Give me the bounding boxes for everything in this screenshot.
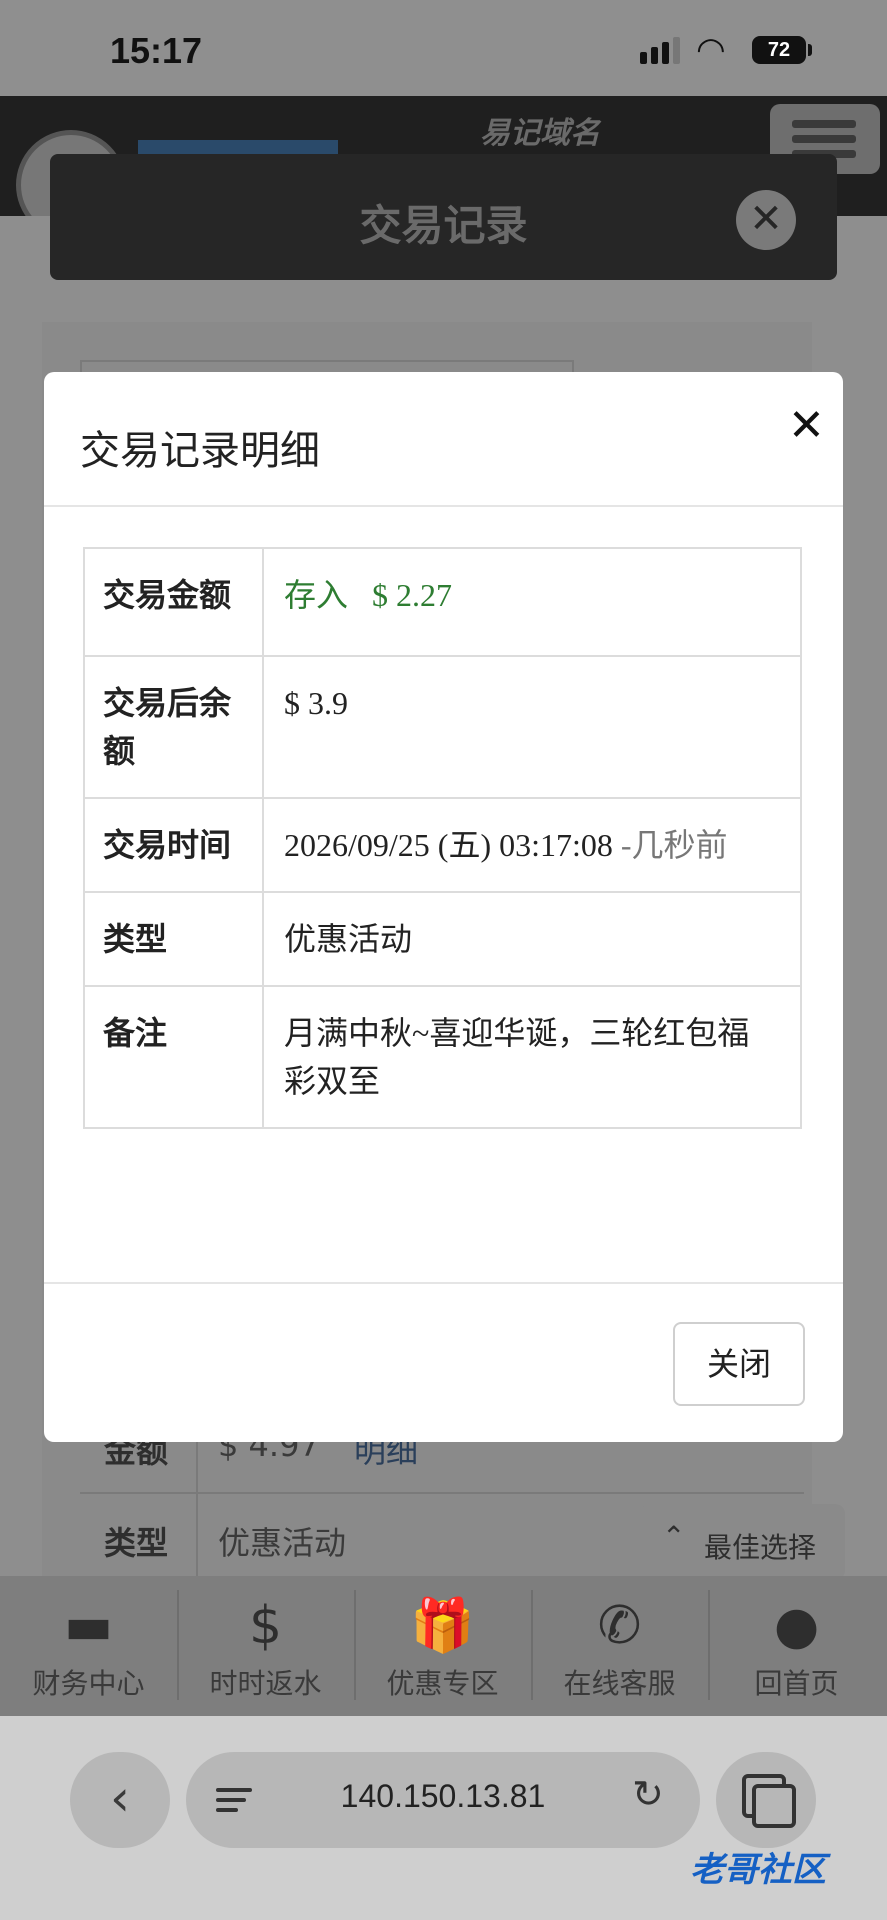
time-label: 交易时间 bbox=[83, 797, 264, 893]
remark-value: 月满中秋~喜迎华诞，三轮红包福彩双至 bbox=[262, 985, 802, 1129]
balance-value: $ 3.9 bbox=[262, 655, 802, 799]
transaction-records-title: 交易记录 bbox=[359, 201, 528, 250]
nav-label: 时时返水 bbox=[209, 1667, 322, 1700]
reload-icon[interactable]: ↻ bbox=[632, 1772, 664, 1816]
bottom-navigation: ▬ 财务中心 $ 时时返水 🎁 优惠专区 ✆ 在线客服 ● 回首页 bbox=[0, 1576, 887, 1716]
watermark-logo: 老哥社区 bbox=[690, 1850, 826, 1890]
address-bar[interactable]: 140.150.13.81 ↻ bbox=[186, 1752, 700, 1848]
whatsapp-icon: ✆ bbox=[597, 1596, 642, 1656]
nav-item-finance[interactable]: ▬ 财务中心 bbox=[0, 1576, 177, 1716]
amount-label: 交易金额 bbox=[83, 547, 264, 657]
signal-bar-4 bbox=[673, 37, 680, 64]
nav-label: 优惠专区 bbox=[386, 1667, 499, 1700]
row-divider bbox=[80, 1492, 804, 1494]
nav-item-promotions[interactable]: 🎁 优惠专区 bbox=[354, 1576, 531, 1716]
type-label: 类型 bbox=[83, 891, 264, 987]
money-icon: ▬ bbox=[63, 1596, 114, 1656]
nav-item-home[interactable]: ● 回首页 bbox=[708, 1576, 885, 1716]
type-value: 优惠活动 bbox=[262, 891, 802, 987]
transaction-detail-table: 交易金额 存入 $ 2.27 交易后余额 $ 3.9 交易时间 2026/09/… bbox=[83, 547, 802, 1129]
nav-label: 财务中心 bbox=[32, 1667, 145, 1700]
balance-label: 交易后余额 bbox=[83, 655, 264, 799]
modal-footer-divider bbox=[44, 1282, 843, 1284]
table-row: 类型 优惠活动 bbox=[83, 891, 802, 987]
signal-bar-3 bbox=[662, 42, 669, 64]
best-choice-label: 最佳选择 bbox=[704, 1531, 817, 1564]
transaction-time: 2026/09/25 (五) 03:17:08 bbox=[284, 827, 613, 863]
list-type-value: 优惠活动 bbox=[218, 1524, 347, 1562]
table-row: 交易金额 存入 $ 2.27 bbox=[83, 547, 802, 657]
dollar-icon: $ bbox=[248, 1596, 283, 1656]
remark-label: 备注 bbox=[83, 985, 264, 1129]
nav-item-rebate[interactable]: $ 时时返水 bbox=[177, 1576, 354, 1716]
nav-item-support[interactable]: ✆ 在线客服 bbox=[531, 1576, 708, 1716]
transaction-type: 存入 bbox=[284, 577, 349, 613]
battery-tip bbox=[808, 44, 812, 56]
tabs-icon-front bbox=[752, 1784, 796, 1828]
table-row: 交易时间 2026/09/25 (五) 03:17:08 -几秒前 bbox=[83, 797, 802, 893]
time-value: 2026/09/25 (五) 03:17:08 -几秒前 bbox=[262, 797, 802, 893]
signal-bar-1 bbox=[640, 52, 647, 64]
home-icon: ● bbox=[773, 1596, 820, 1656]
amount-value: 存入 $ 2.27 bbox=[262, 547, 802, 657]
signal-bar-2 bbox=[651, 47, 658, 64]
relative-time: -几秒前 bbox=[620, 827, 728, 863]
best-choice-button[interactable]: ⌃ 最佳选择 bbox=[640, 1504, 845, 1580]
close-icon[interactable]: ✕ bbox=[736, 190, 796, 250]
menu-line bbox=[792, 135, 856, 143]
close-button[interactable]: 关闭 bbox=[673, 1322, 805, 1406]
back-button[interactable]: ‹ bbox=[70, 1752, 170, 1848]
list-type-label: 类型 bbox=[104, 1524, 169, 1562]
table-row: 交易后余额 $ 3.9 bbox=[83, 655, 802, 799]
url-text[interactable]: 140.150.13.81 bbox=[186, 1778, 700, 1815]
nav-label: 在线客服 bbox=[563, 1667, 676, 1700]
battery-icon: 72 bbox=[752, 36, 806, 64]
gift-icon: 🎁 bbox=[410, 1596, 475, 1656]
close-icon[interactable]: ✕ bbox=[788, 400, 825, 451]
status-bar: 15:17 ◠ 72 bbox=[0, 0, 887, 96]
nav-label: 回首页 bbox=[754, 1667, 839, 1700]
modal-header-divider bbox=[44, 505, 843, 507]
tabs-button[interactable] bbox=[716, 1752, 816, 1848]
modal-title: 交易记录明细 bbox=[80, 428, 320, 474]
transaction-amount: $ 2.27 bbox=[372, 577, 453, 613]
table-row: 备注 月满中秋~喜迎华诞，三轮红包福彩双至 bbox=[83, 985, 802, 1129]
site-title: 易记域名 bbox=[480, 116, 600, 151]
menu-line bbox=[792, 120, 856, 128]
wifi-icon: ◠ bbox=[696, 30, 726, 70]
chevron-up-icon: ⌃ bbox=[662, 1520, 686, 1553]
transaction-detail-modal: 交易记录明细 ✕ 交易金额 存入 $ 2.27 交易后余额 $ 3.9 交易时间… bbox=[44, 372, 843, 1442]
status-time: 15:17 bbox=[110, 30, 203, 71]
transaction-records-dialog-header: 交易记录 ✕ bbox=[50, 154, 837, 280]
